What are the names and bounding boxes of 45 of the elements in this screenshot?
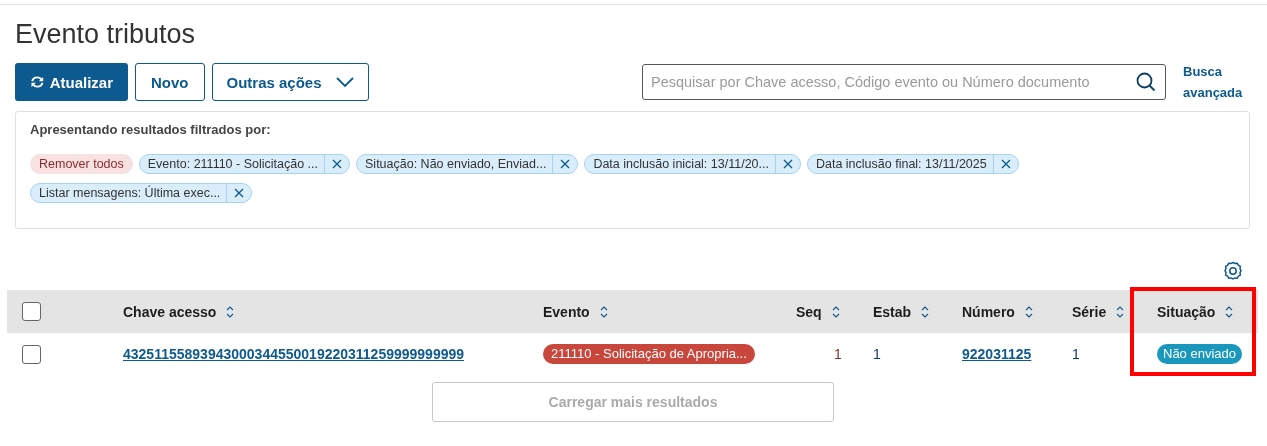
table-cell: 1 <box>834 346 842 362</box>
filter-chip[interactable]: Listar mensagens: Última exec... <box>30 183 253 203</box>
column-header[interactable]: Situação <box>1157 303 1216 320</box>
close-icon[interactable] <box>1000 159 1011 169</box>
remove-all-chip[interactable]: Remover todos <box>30 154 133 174</box>
select-all-checkbox[interactable] <box>22 302 41 321</box>
filter-caption: Apresentando resultados filtrados por: <box>30 122 272 137</box>
sort-icon[interactable] <box>1024 305 1033 318</box>
sort-icon[interactable] <box>1116 305 1125 318</box>
more-actions-dropdown[interactable]: Outras ações <box>211 63 369 101</box>
column-header[interactable]: Série <box>1072 303 1107 320</box>
event-tag: 211110 - Solicitação de Apropria... <box>543 344 755 364</box>
table-cell: 1 <box>873 346 881 362</box>
sort-icon[interactable] <box>599 305 608 318</box>
column-header[interactable]: Evento <box>543 303 590 320</box>
sort-icon[interactable] <box>226 305 235 318</box>
refresh-icon <box>30 73 45 91</box>
document-number-link[interactable]: 922031125 <box>962 346 1032 362</box>
filter-chip[interactable]: Situação: Não enviado, Enviad... <box>356 154 579 174</box>
settings-icon[interactable] <box>1223 261 1243 281</box>
column-header[interactable]: Estab <box>873 303 912 320</box>
table-cell: 1 <box>1072 346 1080 362</box>
sort-icon[interactable] <box>831 305 840 318</box>
filter-chip[interactable]: Data inclusão final: 13/11/2025 <box>806 154 1019 174</box>
status-tag: Não enviado <box>1157 344 1242 364</box>
filter-chip[interactable]: Data inclusão inicial: 13/11/20... <box>584 154 801 174</box>
sort-icon[interactable] <box>1225 305 1234 318</box>
close-icon[interactable] <box>560 159 571 169</box>
close-icon[interactable] <box>332 159 342 169</box>
column-header[interactable]: Número <box>962 303 1015 320</box>
close-icon[interactable] <box>234 188 245 198</box>
sort-icon[interactable] <box>921 305 930 318</box>
column-header[interactable]: Seq <box>796 303 822 320</box>
search-field[interactable]: Pesquisar por Chave acesso, Código evento ou Número documento <box>642 64 1166 100</box>
row-checkbox[interactable] <box>22 344 41 364</box>
chevron-down-icon <box>335 77 354 87</box>
column-header[interactable]: Chave acesso <box>123 303 217 320</box>
new-button[interactable]: Novo <box>135 63 205 101</box>
refresh-button[interactable]: Atualizar <box>15 63 128 101</box>
close-icon[interactable] <box>782 159 793 169</box>
access-key-link[interactable]: 43251155893943000344550019220311259999999999 <box>123 346 465 362</box>
page-title: Evento tributos <box>15 18 197 51</box>
filter-chip[interactable]: Evento: 211110 - Solicitação ... <box>138 154 350 174</box>
search-icon <box>1136 72 1156 92</box>
advanced-search-link[interactable]: Busca avançada <box>1183 61 1253 103</box>
